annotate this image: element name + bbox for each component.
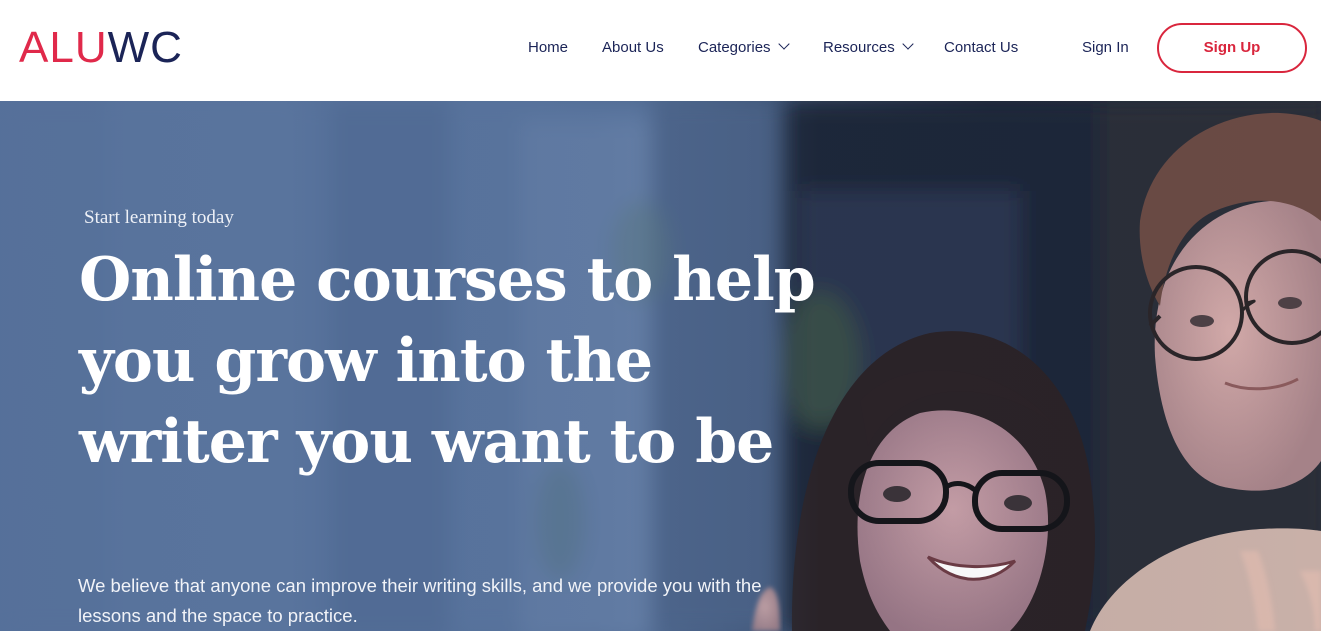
hero-title: Online courses to help you grow into the… [79,245,816,477]
chevron-down-icon [902,38,914,50]
sign-in-link[interactable]: Sign In [1082,38,1129,58]
nav-home-link[interactable]: Home [528,38,568,58]
hero-section: Start learning today Online courses to h… [0,101,1321,631]
nav-categories-dropdown[interactable]: Categories [698,38,790,58]
site-logo[interactable]: ALUWC [19,24,183,72]
nav-resources-label: Resources [823,39,895,56]
nav-about-link[interactable]: About Us [602,38,664,58]
chevron-down-icon [777,38,790,50]
logo-text-alu: ALU [19,23,108,72]
hero-eyebrow: Start learning today [84,207,234,228]
logo-text-wc: WC [107,23,183,72]
sign-up-button[interactable]: Sign Up [1157,23,1307,73]
hero-subtitle: We believe that anyone can improve their… [78,575,762,626]
nav-contact-link[interactable]: Contact Us [944,38,1018,58]
nav-categories-label: Categories [698,39,771,56]
nav-resources-dropdown[interactable]: Resources [823,38,914,58]
site-header: ALUWC Home About Us Categories Resources… [0,0,1321,101]
